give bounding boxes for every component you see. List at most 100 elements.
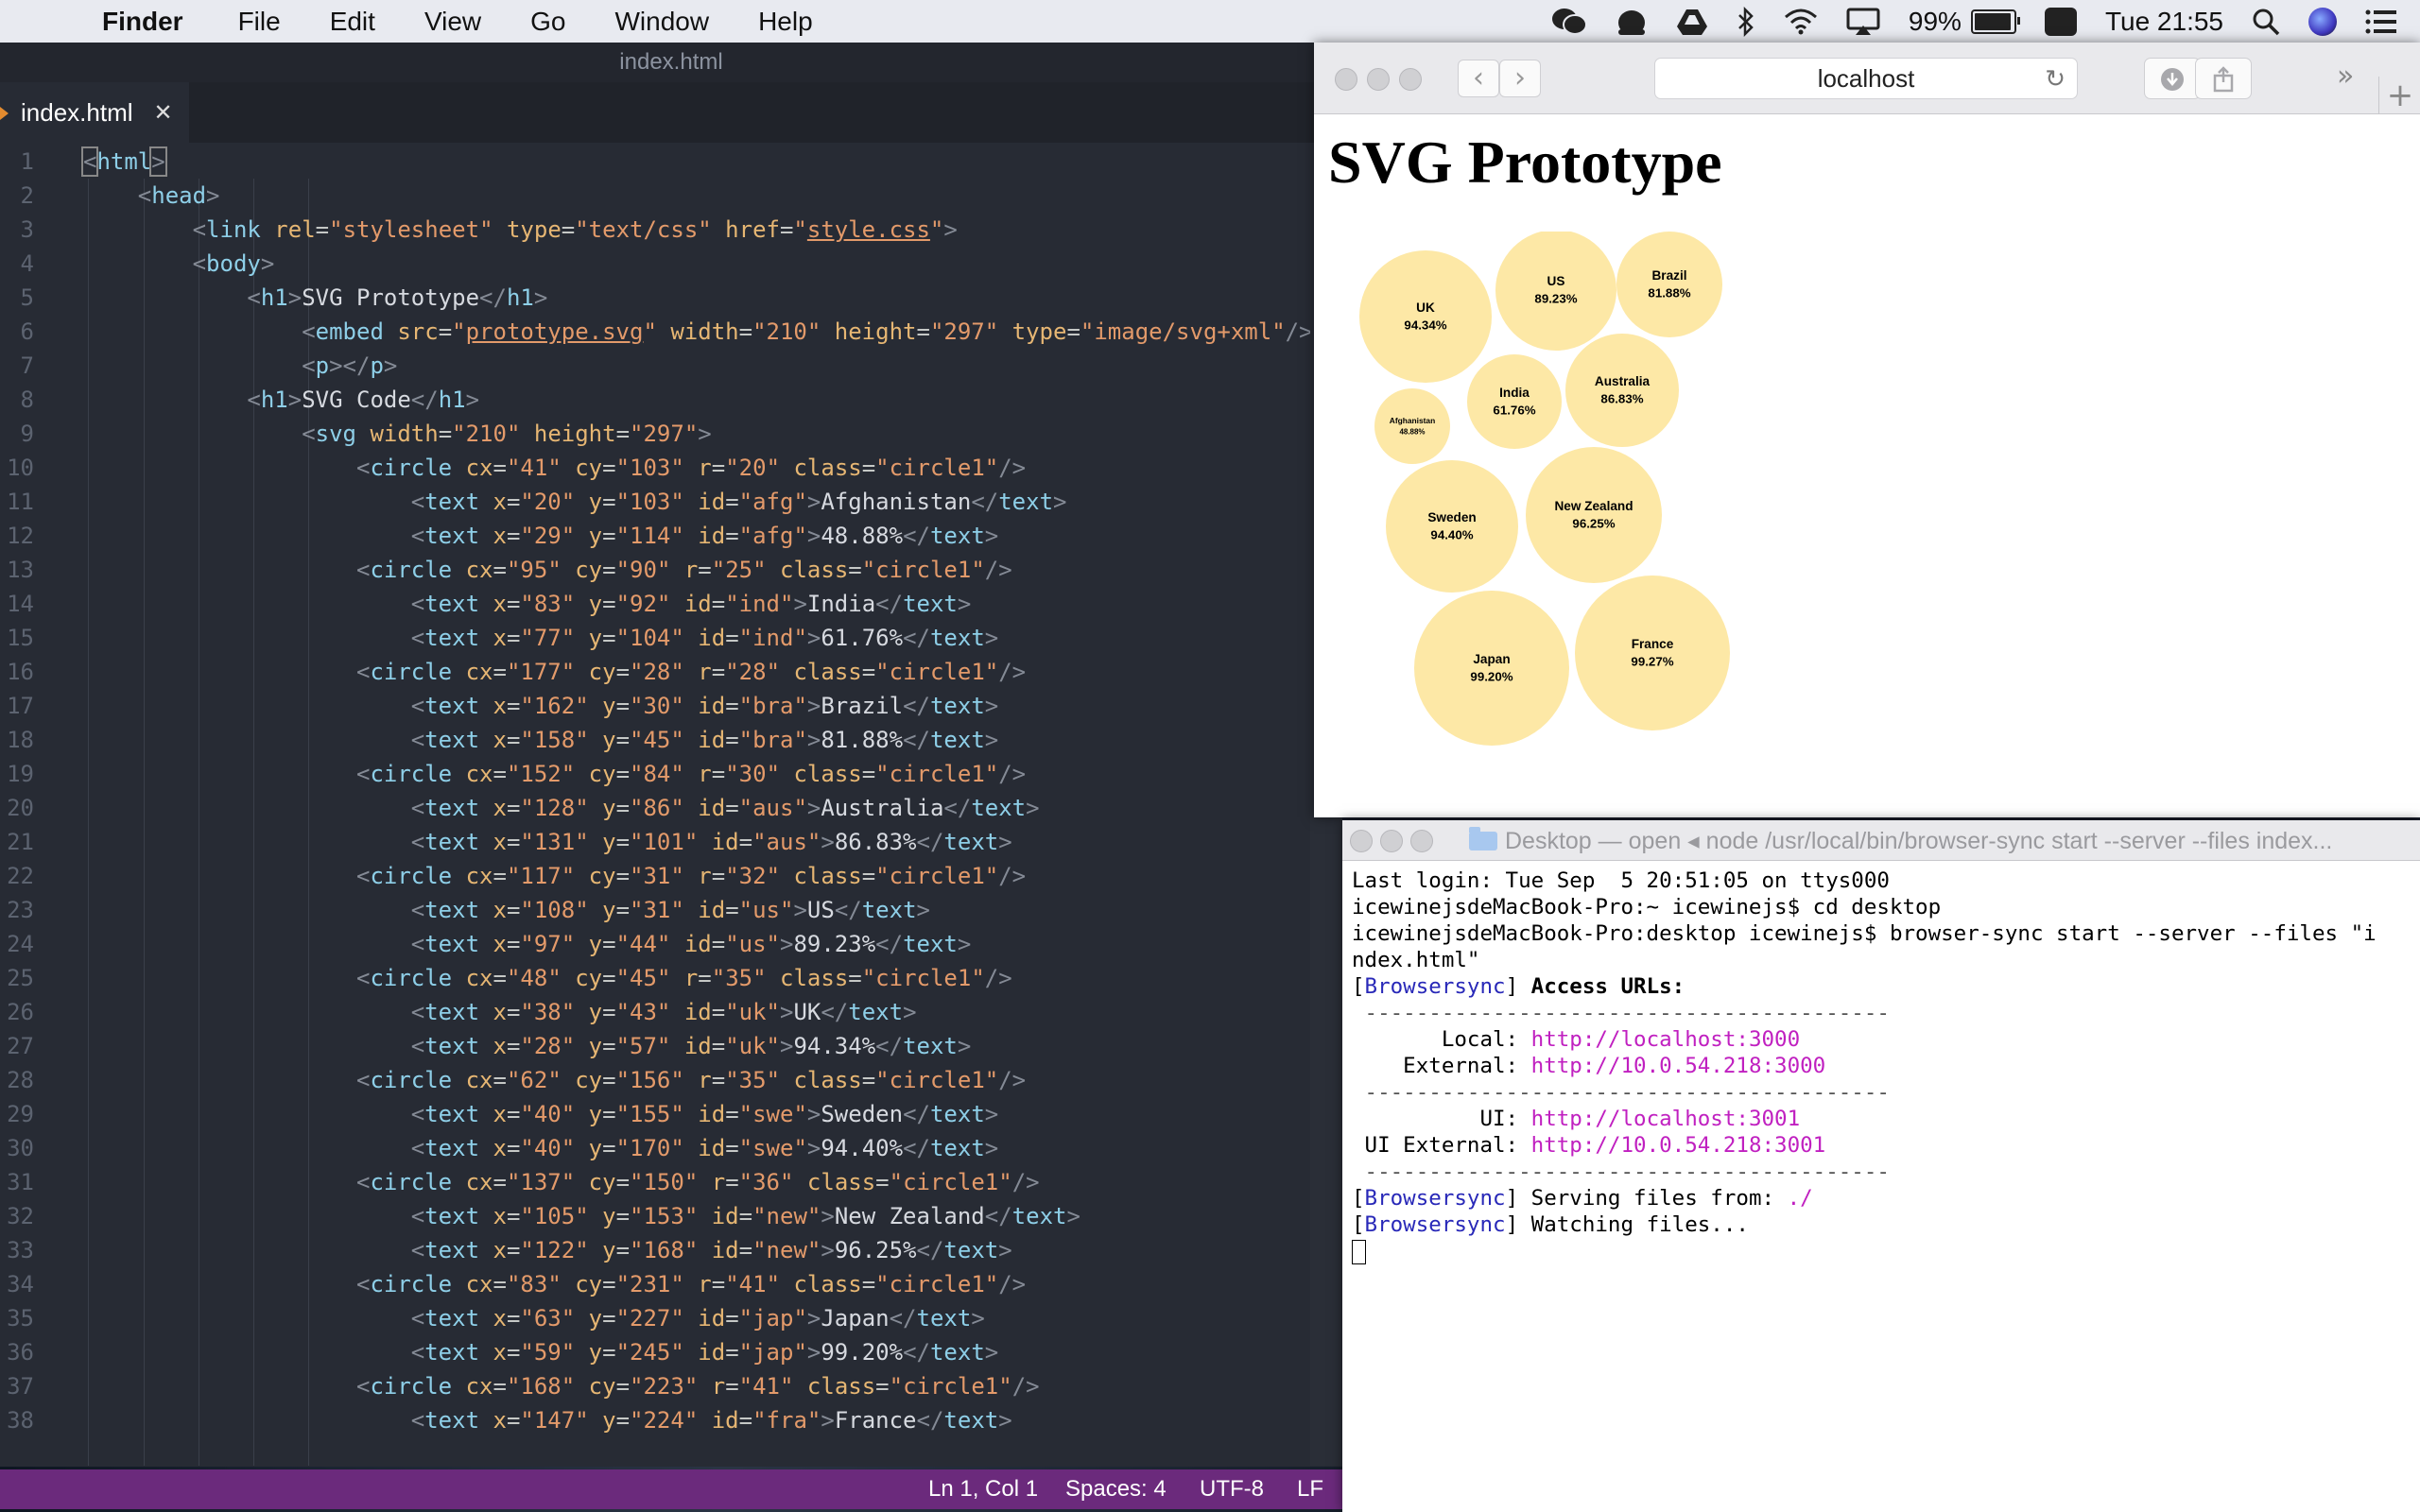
line-number: 14	[7, 591, 34, 617]
back-button[interactable]: ‹	[1458, 60, 1499, 97]
line-number: 9	[20, 421, 34, 447]
indentation-setting[interactable]: Spaces: 4	[1065, 1476, 1167, 1503]
airplay-icon[interactable]	[1846, 8, 1880, 36]
reload-icon[interactable]: ↻	[2045, 59, 2066, 98]
close-window-button[interactable]	[1335, 68, 1357, 91]
tab-index-html[interactable]: index.html ✕	[0, 82, 189, 143]
code-line[interactable]: 30 <text x="40" y="170" id="swe">94.40%<…	[0, 1131, 1305, 1165]
code-line[interactable]: 21 <text x="131" y="101" id="aus">86.83%…	[0, 825, 1305, 859]
new-tab-button[interactable]: +	[2378, 77, 2420, 114]
code-line[interactable]: 1 <html>	[0, 145, 1305, 179]
downloads-button[interactable]	[2144, 58, 2201, 99]
code-line[interactable]: 14 <text x="83" y="92" id="ind">India</t…	[0, 587, 1305, 621]
code-line[interactable]: 9 <svg width="210" height="297">	[0, 417, 1305, 451]
sublime-icon[interactable]	[2044, 7, 2077, 36]
code-line[interactable]: 17 <text x="162" y="30" id="bra">Brazil<…	[0, 689, 1305, 723]
cursor-position[interactable]: Ln 1, Col 1	[928, 1476, 1038, 1503]
code-line[interactable]: 36 <text x="59" y="245" id="jap">99.20%<…	[0, 1335, 1305, 1369]
minimize-window-button[interactable]	[1367, 68, 1390, 91]
code-line[interactable]: 35 <text x="63" y="227" id="jap">Japan</…	[0, 1301, 1305, 1335]
bubble-australia: Australia 86.83%	[1565, 334, 1679, 447]
terminal-line: [Browsersync] Serving files from: ./	[1352, 1186, 1813, 1211]
share-button[interactable]	[2195, 58, 2252, 99]
line-number: 26	[7, 999, 34, 1025]
terminal-close-button[interactable]	[1350, 830, 1373, 852]
line-number: 38	[7, 1407, 34, 1434]
siri-icon[interactable]	[2308, 7, 2337, 36]
code-line[interactable]: 28 <circle cx="62" cy="156" r="35" class…	[0, 1063, 1305, 1097]
bluetooth-icon[interactable]	[1737, 6, 1755, 37]
code-text: <h1>SVG Code</h1>	[247, 387, 480, 413]
external-url-link[interactable]: http://10.0.54.218:3000	[1531, 1054, 1826, 1078]
code-line[interactable]: 10 <circle cx="41" cy="103" r="20" class…	[0, 451, 1305, 485]
status-menus: 99% Tue 21:55	[1523, 0, 2397, 43]
code-line[interactable]: 31 <circle cx="137" cy="150" r="36" clas…	[0, 1165, 1305, 1199]
code-line[interactable]: 11 <text x="20" y="103" id="afg">Afghani…	[0, 485, 1305, 519]
code-line[interactable]: 24 <text x="97" y="44" id="us">89.23%</t…	[0, 927, 1305, 961]
code-line[interactable]: 25 <circle cx="48" cy="45" r="35" class=…	[0, 961, 1305, 995]
code-line[interactable]: 18 <text x="158" y="45" id="bra">81.88%<…	[0, 723, 1305, 757]
code-line[interactable]: 7 <p></p>	[0, 349, 1305, 383]
code-line[interactable]: 6 <embed src="prototype.svg" width="210"…	[0, 315, 1313, 349]
line-ending-setting[interactable]: LF	[1297, 1476, 1323, 1503]
code-line[interactable]: 16 <circle cx="177" cy="28" r="28" class…	[0, 655, 1305, 689]
terminal-output[interactable]: Last login: Tue Sep 5 20:51:05 on ttys00…	[1352, 868, 2411, 1264]
code-line[interactable]: 5 <h1>SVG Prototype</h1>	[0, 281, 1305, 315]
menu-go[interactable]: Go	[530, 7, 565, 37]
code-line[interactable]: 32 <text x="105" y="153" id="new">New Ze…	[0, 1199, 1305, 1233]
code-line[interactable]: 29 <text x="40" y="155" id="swe">Sweden<…	[0, 1097, 1305, 1131]
clock[interactable]: Tue 21:55	[2105, 7, 2223, 37]
zoom-window-button[interactable]	[1399, 68, 1422, 91]
address-bar[interactable]: localhost ↻	[1654, 58, 2078, 99]
code-line[interactable]: 13 <circle cx="95" cy="90" r="25" class=…	[0, 553, 1305, 587]
menu-file[interactable]: File	[238, 7, 281, 37]
terminal-minimize-button[interactable]	[1380, 830, 1403, 852]
code-line[interactable]: 34 <circle cx="83" cy="231" r="41" class…	[0, 1267, 1305, 1301]
local-url-link[interactable]: http://localhost:3000	[1531, 1027, 1800, 1052]
code-area[interactable]: 1 <html> 2 <head> 3 <link rel="stylesheet" …	[0, 143, 1323, 1466]
code-line[interactable]: 27 <text x="28" y="57" id="uk">94.34%</t…	[0, 1029, 1305, 1063]
list-icon[interactable]	[2365, 9, 2397, 34]
code-line[interactable]: 23 <text x="108" y="31" id="us">US</text…	[0, 893, 1305, 927]
editor-title: index.html	[0, 43, 1342, 82]
code-line[interactable]: 12 <text x="29" y="114" id="afg">48.88%<…	[0, 519, 1305, 553]
code-line[interactable]: 4 <body>	[0, 247, 1305, 281]
menu-view[interactable]: View	[424, 7, 481, 37]
battery-percent[interactable]: 99%	[1909, 7, 1962, 37]
code-line[interactable]: 19 <circle cx="152" cy="84" r="30" class…	[0, 757, 1305, 791]
qq-icon[interactable]	[1616, 7, 1648, 37]
ui-url-link[interactable]: http://localhost:3001	[1531, 1107, 1800, 1131]
wifi-icon[interactable]	[1784, 8, 1818, 36]
encoding-setting[interactable]: UTF-8	[1200, 1476, 1264, 1503]
code-line[interactable]: 2 <head>	[0, 179, 1305, 213]
bubble-value: 89.23%	[1534, 292, 1577, 306]
browser-window: ‹ › localhost ↻ » + SVG Prototype Afghan…	[1314, 43, 2420, 817]
toolbar-overflow-icon[interactable]: »	[2337, 60, 2354, 93]
menu-window[interactable]: Window	[614, 7, 709, 37]
forward-button[interactable]: ›	[1499, 60, 1541, 97]
wechat-icon[interactable]	[1551, 7, 1587, 37]
battery-icon[interactable]	[1970, 9, 2020, 34]
code-line[interactable]: 20 <text x="128" y="86" id="aus">Austral…	[0, 791, 1305, 825]
code-line[interactable]: 26 <text x="38" y="43" id="uk">UK</text>	[0, 995, 1305, 1029]
code-line[interactable]: 38 <text x="147" y="224" id="fra">France…	[0, 1403, 1305, 1437]
line-number: 6	[20, 318, 34, 345]
line-number: 16	[7, 659, 34, 685]
code-line[interactable]: 37 <circle cx="168" cy="223" r="41" clas…	[0, 1369, 1305, 1403]
ui-external-url-link[interactable]: http://10.0.54.218:3001	[1531, 1133, 1826, 1158]
search-icon[interactable]	[2252, 8, 2280, 36]
code-text: <circle cx="117" cy="31" r="32" class="c…	[355, 863, 1027, 889]
terminal-line: [Browsersync] Watching files...	[1352, 1212, 1749, 1237]
menu-edit[interactable]: Edit	[330, 7, 375, 37]
code-line[interactable]: 3 <link rel="stylesheet" type="text/css"…	[0, 213, 1305, 247]
code-line[interactable]: 8 <h1>SVG Code</h1>	[0, 383, 1305, 417]
code-line[interactable]: 22 <circle cx="117" cy="31" r="32" class…	[0, 859, 1305, 893]
menu-app-finder[interactable]: Finder	[102, 7, 183, 37]
code-text: <head>	[137, 182, 220, 209]
drive-icon[interactable]	[1676, 8, 1708, 36]
close-tab-icon[interactable]: ✕	[154, 99, 173, 127]
code-line[interactable]: 33 <text x="122" y="168" id="new">96.25%…	[0, 1233, 1305, 1267]
terminal-zoom-button[interactable]	[1410, 830, 1433, 852]
menu-help[interactable]: Help	[758, 7, 813, 37]
code-line[interactable]: 15 <text x="77" y="104" id="ind">61.76%<…	[0, 621, 1305, 655]
